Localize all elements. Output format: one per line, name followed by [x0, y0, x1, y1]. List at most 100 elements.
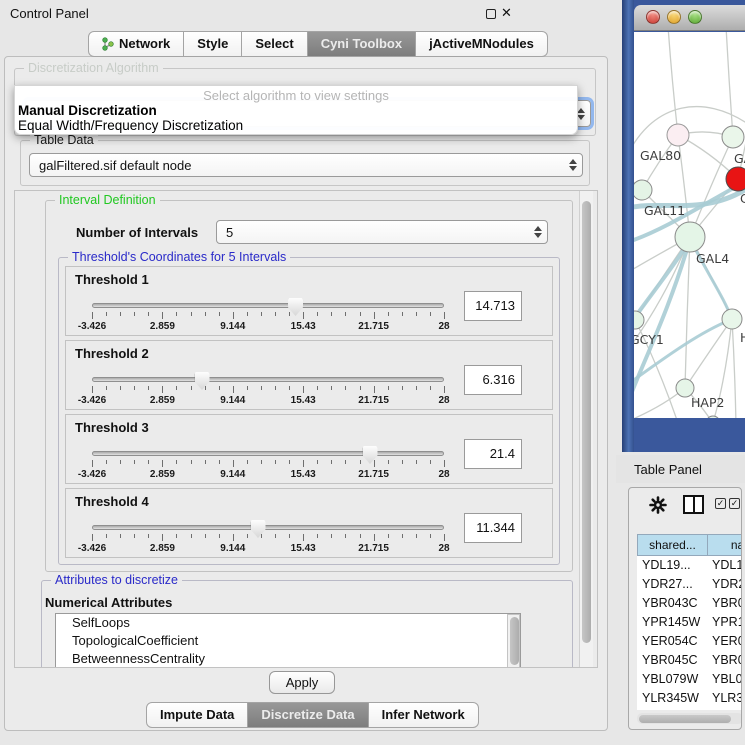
table-cell: YIL0: [707, 708, 742, 710]
tab-select[interactable]: Select: [242, 31, 307, 57]
traffic-light-zoom-icon[interactable]: [688, 10, 702, 24]
network-view[interactable]: GAL80GACGAL11GAL4GCY1HHAP2: [634, 32, 745, 418]
slider-ticks: -3.4262.8599.14415.4321.71528: [92, 460, 444, 482]
control-panel-title: Control Panel: [10, 6, 89, 21]
gear-icon[interactable]: [649, 496, 667, 514]
tick-mark: [444, 460, 445, 467]
tab-network[interactable]: Network: [88, 31, 184, 57]
close-icon[interactable]: ✕: [501, 5, 512, 21]
table-cell: YLR345W: [637, 689, 707, 708]
network-node-gcy1[interactable]: [634, 311, 644, 329]
traffic-light-minimize-icon[interactable]: [667, 10, 681, 24]
table-cell: YBR0: [707, 651, 742, 670]
dropdown-option-manual-discretization[interactable]: Manual Discretization: [15, 103, 577, 118]
network-node-gal80[interactable]: [667, 124, 689, 146]
numerical-attributes-list[interactable]: SelfLoopsTopologicalCoefficientBetweenne…: [55, 613, 521, 668]
list-item[interactable]: BetweennessCentrality: [56, 650, 520, 668]
apply-button[interactable]: Apply: [269, 671, 335, 694]
tick-mark: [205, 460, 206, 464]
split-columns-icon[interactable]: [683, 495, 704, 514]
table-cell: YBL0: [707, 670, 742, 689]
attributes-legend: Attributes to discretize: [51, 573, 182, 587]
table-hscrollbar-thumb[interactable]: [639, 715, 731, 723]
table-data-group: Table Data galFiltered.sif default node: [20, 140, 590, 186]
tick-mark: [261, 534, 262, 538]
tick-mark: [289, 534, 290, 538]
table-row[interactable]: YPR145WYPR1: [637, 613, 742, 632]
list-scrollbar-thumb[interactable]: [510, 617, 519, 665]
network-node-gal4[interactable]: [675, 222, 705, 252]
table-row[interactable]: YIL052CYIL0: [637, 708, 742, 710]
list-item[interactable]: SelfLoops: [56, 614, 520, 632]
table-data-combobox[interactable]: galFiltered.sif default node: [29, 153, 583, 177]
tab-cyni-toolbox[interactable]: Cyni Toolbox: [308, 31, 416, 57]
tick-mark: [191, 460, 192, 464]
slider-ticks: -3.4262.8599.14415.4321.71528: [92, 534, 444, 556]
table-row[interactable]: YBR045CYBR0: [637, 651, 742, 670]
network-window-titlebar[interactable]: [634, 5, 745, 31]
table-cell: YDR2: [707, 575, 742, 594]
table-row[interactable]: YBR043CYBR0: [637, 594, 742, 613]
checkbox-checked-icon[interactable]: ✓: [715, 498, 726, 509]
number-of-intervals-combobox[interactable]: 5: [216, 220, 548, 244]
tick-mark: [233, 460, 234, 467]
tick-mark: [219, 312, 220, 316]
tick-label: 28: [438, 543, 449, 554]
column-header-shared-[interactable]: shared...: [637, 534, 707, 556]
node-label: GAL80: [640, 148, 681, 163]
tick-label: 28: [438, 321, 449, 332]
tick-mark: [261, 386, 262, 390]
tab-infer-network[interactable]: Infer Network: [369, 702, 479, 728]
tick-mark: [331, 312, 332, 316]
network-node-node[interactable]: [722, 309, 742, 329]
column-header-na[interactable]: na: [707, 534, 742, 556]
network-node-red-node[interactable]: [726, 167, 745, 191]
traffic-light-close-icon[interactable]: [646, 10, 660, 24]
tick-mark: [247, 534, 248, 538]
tick-mark: [360, 312, 361, 316]
table-row[interactable]: YBL079WYBL0: [637, 670, 742, 689]
node-attribute-table[interactable]: shared...na YDL19...YDL1YDR27...YDR2YBR0…: [637, 534, 742, 710]
threshold-slider[interactable]: [92, 525, 444, 530]
threshold-value-field[interactable]: 14.713: [464, 291, 522, 321]
table-row[interactable]: YDR27...YDR2: [637, 575, 742, 594]
tick-mark: [374, 460, 375, 467]
table-row[interactable]: YLR345WYLR3: [637, 689, 742, 708]
tick-label: 9.144: [220, 469, 245, 480]
table-horizontal-scrollbar[interactable]: [637, 713, 742, 724]
tick-mark: [444, 534, 445, 541]
dropdown-option-equal-width-frequency-discretization[interactable]: Equal Width/Frequency Discretization: [15, 118, 577, 133]
threshold-value-field[interactable]: 21.4: [464, 439, 522, 469]
threshold-slider[interactable]: [92, 377, 444, 382]
list-item[interactable]: TopologicalCoefficient: [56, 632, 520, 650]
checkbox-checked-icon[interactable]: ✓: [729, 498, 740, 509]
float-window-icon[interactable]: [486, 9, 496, 19]
table-row[interactable]: YDL19...YDL1: [637, 556, 742, 575]
threshold-slider[interactable]: [92, 451, 444, 456]
network-node-gal11[interactable]: [634, 180, 652, 200]
dropdown-prompt: Select algorithm to view settings: [15, 86, 577, 103]
settings-scrollbar[interactable]: [579, 191, 593, 668]
tab-style[interactable]: Style: [184, 31, 242, 57]
tick-mark: [134, 312, 135, 316]
tick-mark: [247, 460, 248, 464]
tick-mark: [120, 534, 121, 538]
tab-jactivemnodules[interactable]: jActiveMNodules: [416, 31, 548, 57]
slider-ticks: -3.4262.8599.14415.4321.71528: [92, 312, 444, 334]
algorithm-dropdown-popup: Select algorithm to view settings Manual…: [14, 85, 578, 135]
tick-mark: [345, 386, 346, 390]
settings-scrollbar-thumb[interactable]: [582, 201, 591, 643]
threshold-value-field[interactable]: 6.316: [464, 365, 522, 395]
threshold-value-field[interactable]: 11.344: [464, 513, 522, 543]
interval-definition-group: Interval Definition Number of Intervals …: [45, 200, 573, 572]
list-scrollbar[interactable]: [507, 614, 520, 668]
tick-mark: [106, 312, 107, 316]
table-row[interactable]: YER054CYER0: [637, 632, 742, 651]
tick-mark: [233, 534, 234, 541]
network-node-node[interactable]: [722, 126, 744, 148]
tick-mark: [148, 534, 149, 538]
tab-discretize-data[interactable]: Discretize Data: [248, 702, 368, 728]
threshold-slider[interactable]: [92, 303, 444, 308]
tab-impute-data[interactable]: Impute Data: [146, 702, 248, 728]
threshold-panel: Threshold 1-3.4262.8599.14415.4321.71528…: [65, 266, 553, 336]
